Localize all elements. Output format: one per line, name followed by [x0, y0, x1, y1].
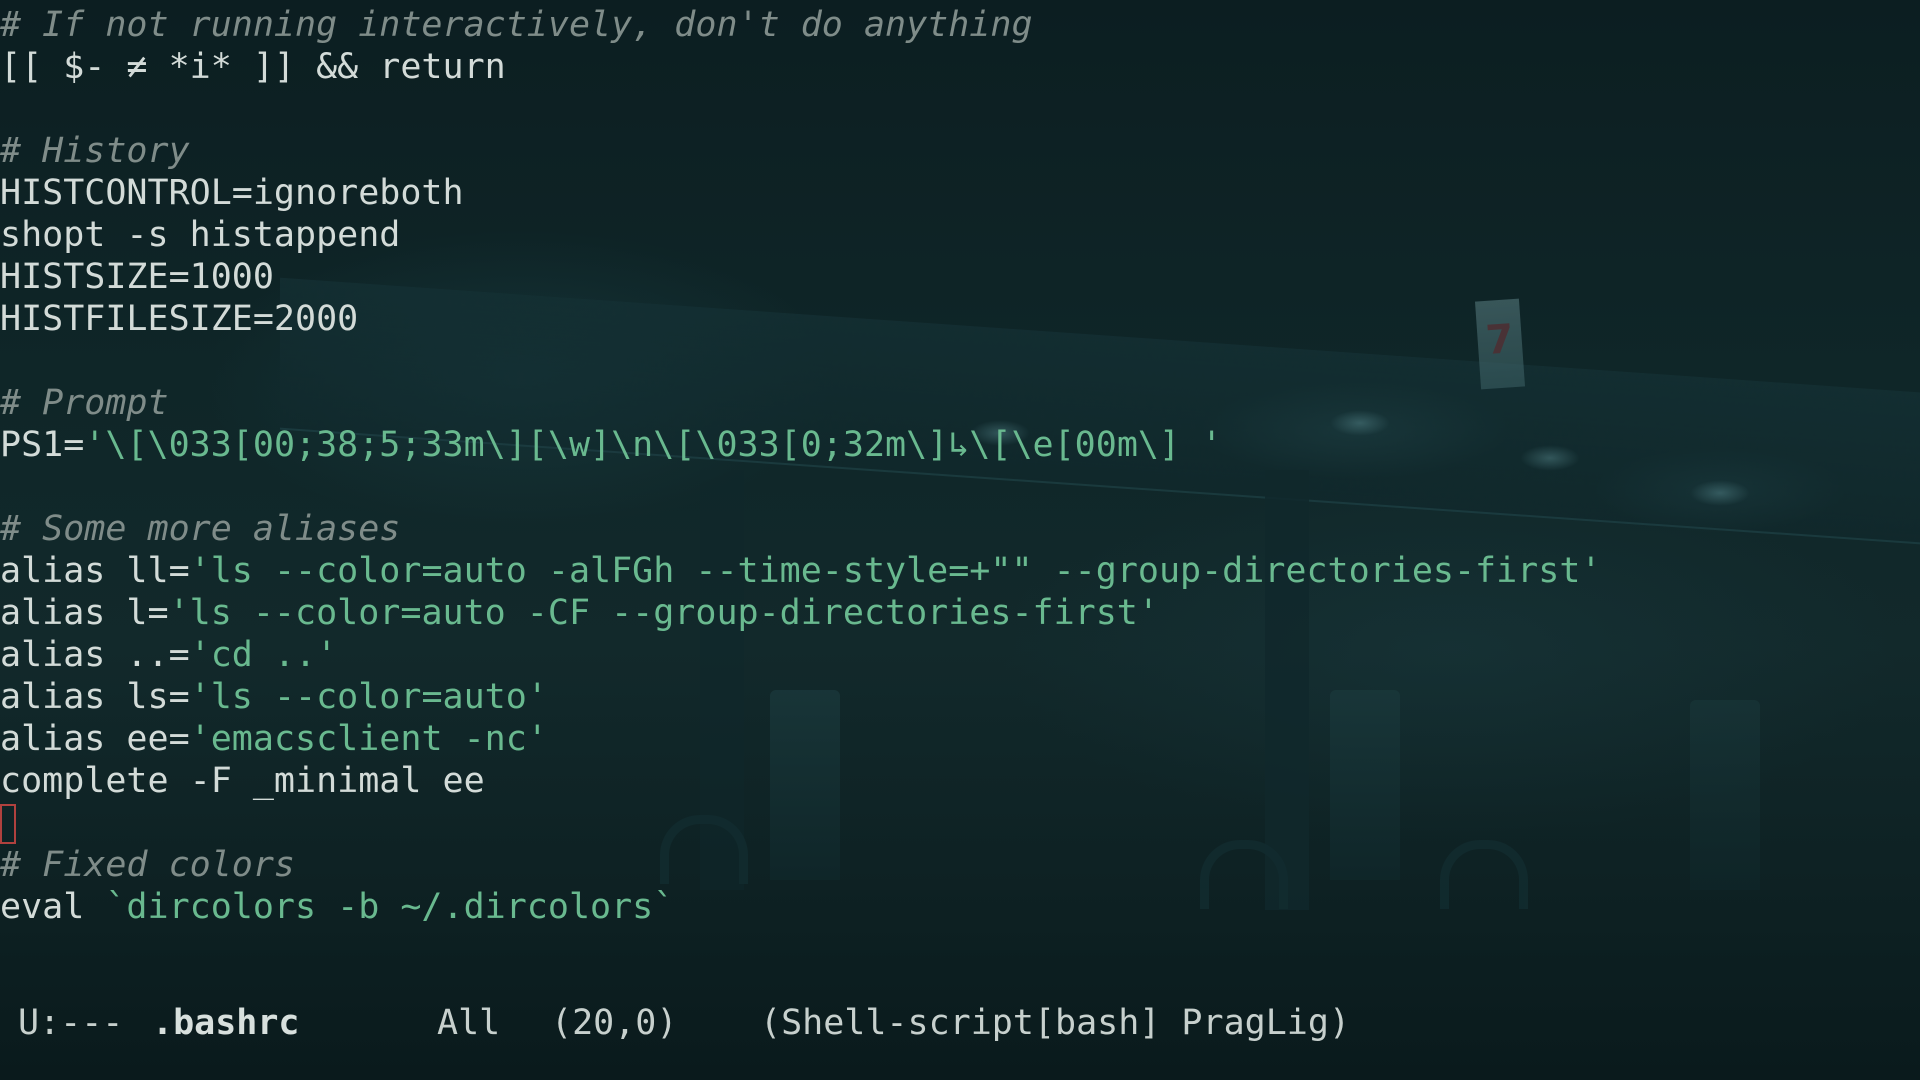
code-line[interactable]: alias ee='emacsclient -nc': [0, 718, 1920, 760]
code-line[interactable]: # Some more aliases: [0, 508, 1920, 550]
code-text: complete -F _minimal ee: [0, 761, 485, 801]
code-line[interactable]: # Prompt: [0, 382, 1920, 424]
code-line[interactable]: [0, 466, 1920, 508]
code-line[interactable]: [[ $- ≠ *i* ]] && return: [0, 46, 1920, 88]
code-comment: # Some more aliases: [0, 509, 401, 549]
modeline-position: All: [437, 1003, 501, 1043]
code-text: alias ll=: [0, 551, 190, 591]
code-string: 'ls --color=auto -alFGh --time-style=+""…: [189, 551, 1602, 591]
code-line[interactable]: alias ..='cd ..': [0, 634, 1920, 676]
code-line[interactable]: # History: [0, 130, 1920, 172]
code-comment: # Prompt: [0, 383, 169, 423]
code-string: 'emacsclient -nc': [189, 719, 548, 759]
text-cursor: [0, 804, 16, 844]
code-text: alias l=: [0, 593, 169, 633]
modeline-status: U:---: [18, 1003, 124, 1043]
code-text: HISTSIZE=1000: [0, 257, 274, 297]
code-line[interactable]: [0, 88, 1920, 130]
code-line[interactable]: [0, 340, 1920, 382]
mode-line: U:--- .bashrc All (20,0) (Shell-script[b…: [0, 1000, 1920, 1046]
code-line[interactable]: HISTFILESIZE=2000: [0, 298, 1920, 340]
code-text: [[ $- ≠ *i* ]] && return: [0, 47, 506, 87]
modeline-buffer-name[interactable]: .bashrc: [152, 1000, 300, 1046]
code-comment: # If not running interactively, don't do…: [0, 5, 1033, 45]
code-line[interactable]: HISTCONTROL=ignoreboth: [0, 172, 1920, 214]
emacs-frame: 7 # If not running interactively, don't …: [0, 0, 1920, 1080]
editor-buffer[interactable]: # If not running interactively, don't do…: [0, 0, 1920, 928]
code-string: `dircolors -b ~/.dircolors`: [105, 887, 675, 927]
code-line[interactable]: complete -F _minimal ee: [0, 760, 1920, 802]
code-line[interactable]: [0, 802, 1920, 844]
code-line[interactable]: eval `dircolors -b ~/.dircolors`: [0, 886, 1920, 928]
code-line[interactable]: alias l='ls --color=auto -CF --group-dir…: [0, 592, 1920, 634]
code-line[interactable]: PS1='\[\033[00;38;5;33m\][\w]\n\[\033[0;…: [0, 424, 1920, 466]
code-comment: # Fixed colors: [0, 845, 296, 885]
code-line[interactable]: HISTSIZE=1000: [0, 256, 1920, 298]
code-line[interactable]: # Fixed colors: [0, 844, 1920, 886]
code-string: 'ls --color=auto -CF --group-directories…: [168, 593, 1159, 633]
code-line[interactable]: # If not running interactively, don't do…: [0, 4, 1920, 46]
code-text: PS1=: [0, 425, 85, 465]
code-string: 'ls --color=auto': [189, 677, 548, 717]
code-text: shopt -s histappend: [0, 215, 401, 255]
modeline-line-col: (20,0): [551, 1003, 678, 1043]
code-line[interactable]: alias ls='ls --color=auto': [0, 676, 1920, 718]
code-text: eval: [0, 887, 106, 927]
code-text: alias ..=: [0, 635, 190, 675]
code-text: alias ee=: [0, 719, 190, 759]
code-string: '\[\033[00;38;5;33m\][\w]\n\[\033[0;32m\…: [84, 425, 1223, 465]
modeline-major-mode[interactable]: (Shell-script[bash] PragLig): [760, 1000, 1350, 1046]
code-text: HISTFILESIZE=2000: [0, 299, 359, 339]
code-string: 'cd ..': [189, 635, 338, 675]
code-text: alias ls=: [0, 677, 190, 717]
code-comment: # History: [0, 131, 190, 171]
code-text: HISTCONTROL=ignoreboth: [0, 173, 464, 213]
code-line[interactable]: shopt -s histappend: [0, 214, 1920, 256]
code-line[interactable]: alias ll='ls --color=auto -alFGh --time-…: [0, 550, 1920, 592]
